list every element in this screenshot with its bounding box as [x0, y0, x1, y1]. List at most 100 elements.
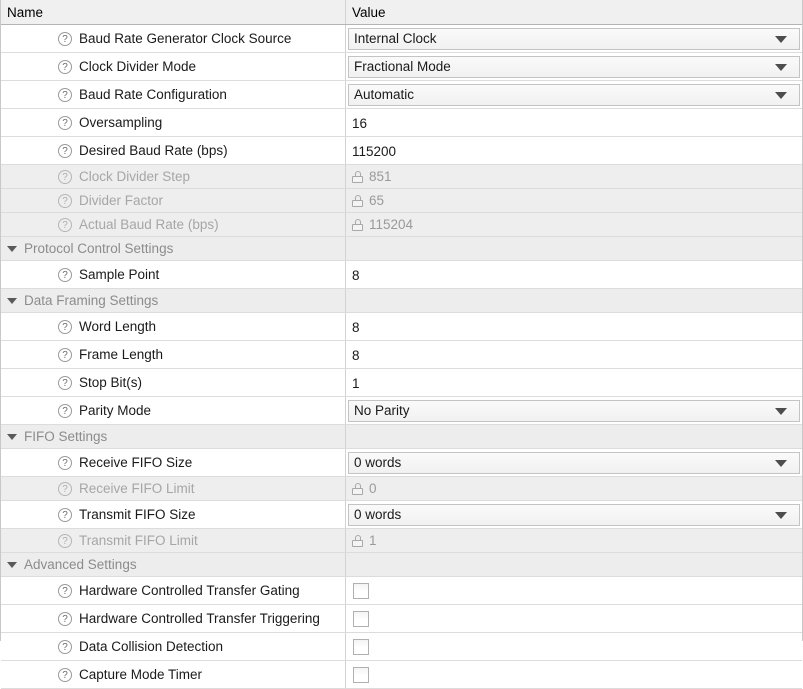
- value-cell[interactable]: Fractional Mode: [346, 53, 802, 80]
- value-cell[interactable]: Automatic: [346, 81, 802, 108]
- dropdown-select[interactable]: Fractional Mode: [348, 55, 800, 78]
- value-cell[interactable]: 0 words: [346, 501, 802, 528]
- value-cell[interactable]: [346, 633, 802, 660]
- property-row[interactable]: ? Baud Rate Generator Clock Source Interna…: [1, 25, 802, 53]
- checkbox-cell[interactable]: [346, 577, 369, 604]
- value-cell[interactable]: 0: [346, 477, 802, 500]
- property-row[interactable]: ? Receive FIFO Limit 0: [1, 477, 802, 501]
- property-row[interactable]: ? Stop Bit(s) 1: [1, 369, 802, 397]
- name-cell[interactable]: ? Oversampling: [1, 109, 346, 136]
- help-icon[interactable]: ?: [58, 193, 72, 208]
- help-icon[interactable]: ?: [58, 169, 72, 184]
- property-row[interactable]: ? Actual Baud Rate (bps) 115204: [1, 213, 802, 237]
- checkbox[interactable]: [353, 610, 369, 627]
- property-row[interactable]: ? Divider Factor 65: [1, 189, 802, 213]
- help-icon[interactable]: ?: [58, 455, 72, 470]
- value-cell[interactable]: 8: [346, 313, 802, 340]
- property-row[interactable]: ? Capture Mode Timer: [1, 661, 802, 689]
- help-icon[interactable]: ?: [58, 267, 72, 282]
- dropdown-select[interactable]: 0 words: [348, 503, 800, 526]
- name-cell[interactable]: ? Actual Baud Rate (bps): [1, 213, 346, 236]
- help-icon[interactable]: ?: [58, 115, 72, 130]
- name-cell[interactable]: ? Stop Bit(s): [1, 369, 346, 396]
- help-icon[interactable]: ?: [58, 347, 72, 362]
- property-row[interactable]: ? Frame Length 8: [1, 341, 802, 369]
- name-cell[interactable]: Protocol Control Settings: [1, 237, 346, 260]
- name-cell[interactable]: ? Word Length: [1, 313, 346, 340]
- help-icon[interactable]: ?: [58, 667, 72, 682]
- value-cell[interactable]: [346, 577, 802, 604]
- name-cell[interactable]: ? Sample Point: [1, 261, 346, 288]
- name-cell[interactable]: ? Divider Factor: [1, 189, 346, 212]
- name-cell[interactable]: Advanced Settings: [1, 553, 346, 576]
- name-cell[interactable]: ? Baud Rate Generator Clock Source: [1, 25, 346, 52]
- help-icon[interactable]: ?: [58, 375, 72, 390]
- property-row[interactable]: ? Data Collision Detection: [1, 633, 802, 661]
- text-input[interactable]: 8: [346, 341, 802, 368]
- help-icon[interactable]: ?: [58, 403, 72, 418]
- value-cell[interactable]: Internal Clock: [346, 25, 802, 52]
- text-input[interactable]: 8: [346, 261, 802, 288]
- name-cell[interactable]: ? Hardware Controlled Transfer Triggering: [1, 605, 346, 632]
- text-input[interactable]: 115200: [346, 137, 802, 164]
- value-cell[interactable]: 1: [346, 369, 802, 396]
- property-row[interactable]: ? Clock Divider Step 851: [1, 165, 802, 189]
- chevron-down-icon[interactable]: [775, 407, 787, 415]
- property-row[interactable]: ? Parity Mode No Parity: [1, 397, 802, 425]
- group-row[interactable]: Protocol Control Settings: [1, 237, 802, 261]
- property-row[interactable]: ? Desired Baud Rate (bps) 115200: [1, 137, 802, 165]
- dropdown-select[interactable]: 0 words: [348, 451, 800, 474]
- name-cell[interactable]: FIFO Settings: [1, 425, 346, 448]
- name-cell[interactable]: ? Hardware Controlled Transfer Gating: [1, 577, 346, 604]
- text-input[interactable]: 8: [346, 313, 802, 340]
- triangle-down-icon[interactable]: [7, 295, 18, 306]
- property-row[interactable]: ? Oversampling 16: [1, 109, 802, 137]
- help-icon[interactable]: ?: [58, 583, 72, 598]
- help-icon[interactable]: ?: [58, 31, 72, 46]
- name-cell[interactable]: ? Receive FIFO Limit: [1, 477, 346, 500]
- help-icon[interactable]: ?: [58, 143, 72, 158]
- name-cell[interactable]: ? Desired Baud Rate (bps): [1, 137, 346, 164]
- name-cell[interactable]: ? Clock Divider Mode: [1, 53, 346, 80]
- checkbox-cell[interactable]: [346, 633, 369, 660]
- name-cell[interactable]: ? Transmit FIFO Size: [1, 501, 346, 528]
- checkbox-cell[interactable]: [346, 661, 369, 688]
- help-icon[interactable]: ?: [58, 217, 72, 232]
- name-cell[interactable]: ? Clock Divider Step: [1, 165, 346, 188]
- name-cell[interactable]: ? Data Collision Detection: [1, 633, 346, 660]
- property-row[interactable]: ? Receive FIFO Size 0 words: [1, 449, 802, 477]
- help-icon[interactable]: ?: [58, 507, 72, 522]
- value-cell[interactable]: [346, 605, 802, 632]
- checkbox[interactable]: [353, 582, 369, 599]
- group-row[interactable]: Advanced Settings: [1, 553, 802, 577]
- dropdown-select[interactable]: Internal Clock: [348, 27, 800, 50]
- value-cell[interactable]: 851: [346, 165, 802, 188]
- value-cell[interactable]: [346, 661, 802, 688]
- help-icon[interactable]: ?: [58, 639, 72, 654]
- help-icon[interactable]: ?: [58, 59, 72, 74]
- value-cell[interactable]: 8: [346, 261, 802, 288]
- name-cell[interactable]: ? Receive FIFO Size: [1, 449, 346, 476]
- text-input[interactable]: 16: [346, 109, 802, 136]
- text-input[interactable]: 1: [346, 369, 802, 396]
- property-row[interactable]: ? Transmit FIFO Limit 1: [1, 529, 802, 553]
- help-icon[interactable]: ?: [58, 533, 72, 548]
- property-row[interactable]: ? Word Length 8: [1, 313, 802, 341]
- name-cell[interactable]: ? Frame Length: [1, 341, 346, 368]
- column-header-name[interactable]: Name: [1, 0, 346, 24]
- help-icon[interactable]: ?: [58, 481, 72, 496]
- name-cell[interactable]: ? Parity Mode: [1, 397, 346, 424]
- chevron-down-icon[interactable]: [775, 511, 787, 519]
- chevron-down-icon[interactable]: [775, 91, 787, 99]
- value-cell[interactable]: 65: [346, 189, 802, 212]
- property-row[interactable]: ? Clock Divider Mode Fractional Mode: [1, 53, 802, 81]
- triangle-down-icon[interactable]: [7, 243, 18, 254]
- group-row[interactable]: Data Framing Settings: [1, 289, 802, 313]
- group-row[interactable]: FIFO Settings: [1, 425, 802, 449]
- value-cell[interactable]: 115204: [346, 213, 802, 236]
- property-row[interactable]: ? Transmit FIFO Size 0 words: [1, 501, 802, 529]
- chevron-down-icon[interactable]: [775, 35, 787, 43]
- property-row[interactable]: ? Sample Point 8: [1, 261, 802, 289]
- name-cell[interactable]: ? Transmit FIFO Limit: [1, 529, 346, 552]
- property-row[interactable]: ? Hardware Controlled Transfer Triggering: [1, 605, 802, 633]
